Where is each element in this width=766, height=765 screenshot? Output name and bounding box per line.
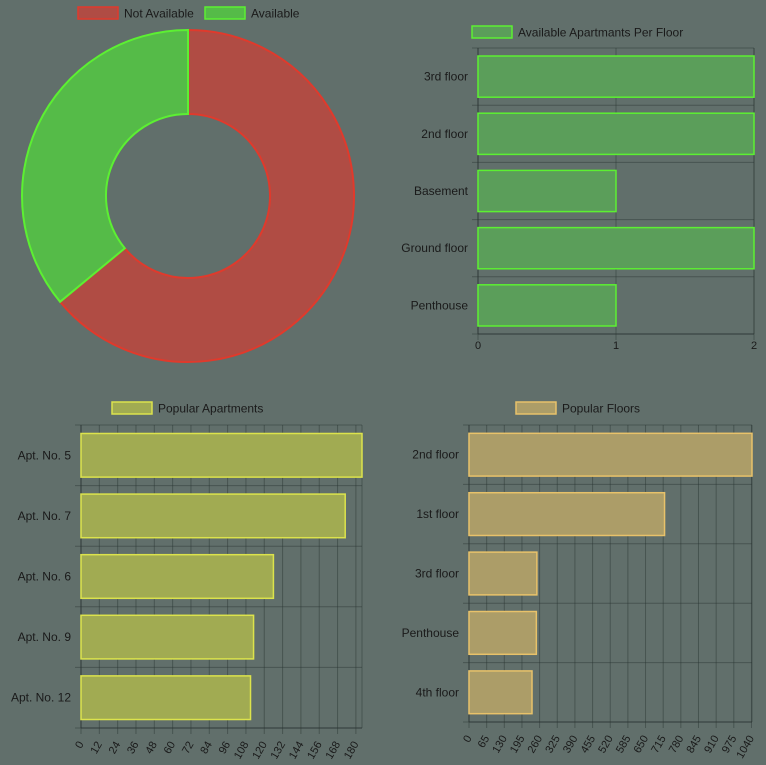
bar[interactable] <box>477 284 617 327</box>
bar[interactable] <box>468 491 666 537</box>
x-tick-label: 2 <box>751 340 757 352</box>
x-tick-label: 650 <box>632 734 652 756</box>
legend-not-available-swatch[interactable] <box>77 6 119 20</box>
doughnut-slice-available[interactable] <box>21 28 189 304</box>
popular-floors-chart-legend-item-swatch[interactable] <box>515 401 557 415</box>
category-label: Basement <box>414 184 469 198</box>
available-per-floor-chart: Available Apartmants Per Floor 0 1 2 3rd flo… <box>401 25 757 352</box>
available-per-floor-chart-legend: Available Apartmants Per Floor <box>471 25 683 40</box>
x-tick-label: 72 <box>180 740 197 757</box>
popular-apartments-chart: Popular Apartments 0 12 24 36 48 60 72 84 9610812… <box>11 401 363 762</box>
x-tick-label: 260 <box>526 734 546 756</box>
x-tick-label: 132 <box>269 740 289 762</box>
availability-legend: Not Available Available <box>77 6 300 21</box>
x-tick-label: 0 <box>461 734 474 745</box>
x-tick-label: 180 <box>342 740 362 762</box>
bar[interactable] <box>468 432 753 477</box>
x-tick-label: 24 <box>107 740 124 757</box>
category-label: 3rd floor <box>415 567 459 581</box>
bar[interactable] <box>80 493 346 539</box>
x-tick-label: 715 <box>649 734 669 756</box>
x-tick-label: 1040 <box>734 734 757 761</box>
x-tick-label: 0 <box>73 740 86 751</box>
popular-apartments-chart-legend-item-label[interactable]: Popular Apartments <box>158 402 263 416</box>
popular-floors-chart-legend: Popular Floors <box>515 401 640 416</box>
x-tick-label: 130 <box>490 734 510 756</box>
bar[interactable] <box>468 610 538 656</box>
x-tick-label: 325 <box>543 734 563 756</box>
x-tick-label: 108 <box>232 740 252 762</box>
dashboard-canvas: Not Available Available Available Apartman… <box>11 6 757 762</box>
x-tick-label: 60 <box>162 740 179 757</box>
category-label: Penthouse <box>402 626 460 640</box>
category-label: 3rd floor <box>424 70 468 84</box>
bar[interactable] <box>477 226 755 270</box>
available-per-floor-chart-legend-item-label[interactable]: Available Apartmants Per Floor <box>518 26 683 40</box>
bar[interactable] <box>80 675 252 721</box>
x-tick-label: 84 <box>198 740 215 757</box>
x-tick-label: 48 <box>143 740 160 757</box>
available-per-floor-chart-legend-item-swatch[interactable] <box>471 25 513 39</box>
category-label: Apt. No. 12 <box>11 691 71 705</box>
x-tick-label: 195 <box>508 734 528 756</box>
x-tick-label: 0 <box>475 340 481 352</box>
availability-doughnut-chart: Not Available Available <box>21 6 355 363</box>
popular-apartments-chart-legend: Popular Apartments <box>111 401 263 416</box>
bar[interactable] <box>468 670 533 715</box>
bar[interactable] <box>80 553 275 600</box>
x-tick-label: 120 <box>250 740 270 762</box>
category-label: Penthouse <box>411 298 469 312</box>
bar[interactable] <box>477 112 755 156</box>
x-tick-label: 780 <box>667 734 687 756</box>
category-label: 2nd floor <box>421 127 468 141</box>
x-tick-label: 36 <box>125 740 142 757</box>
bar[interactable] <box>468 551 538 596</box>
x-tick-label: 1 <box>613 340 619 352</box>
x-tick-label: 845 <box>685 734 705 756</box>
bar[interactable] <box>477 169 617 213</box>
x-tick-label: 156 <box>305 740 325 762</box>
x-tick-label: 520 <box>596 734 616 756</box>
x-tick-label: 455 <box>579 734 599 756</box>
bar[interactable] <box>80 432 363 478</box>
category-label: 1st floor <box>416 507 459 521</box>
legend-not-available-label[interactable]: Not Available <box>124 7 194 21</box>
x-tick-label: 585 <box>614 734 634 756</box>
x-tick-label: 168 <box>324 740 344 762</box>
category-label: Apt. No. 6 <box>18 570 72 584</box>
legend-available-swatch[interactable] <box>204 6 246 20</box>
bar[interactable] <box>477 55 755 98</box>
category-label: Apt. No. 9 <box>18 630 72 644</box>
x-tick-label: 65 <box>476 734 493 751</box>
x-tick-label: 96 <box>217 740 234 757</box>
bar[interactable] <box>80 614 255 660</box>
category-label: 2nd floor <box>412 448 459 462</box>
category-label: 4th floor <box>416 685 459 699</box>
x-tick-label: 390 <box>561 734 581 756</box>
category-label: Apt. No. 5 <box>18 448 72 462</box>
category-label: Ground floor <box>401 241 468 255</box>
popular-floors-chart: Popular Floors 0 6513019526032539045552058… <box>402 401 757 761</box>
x-tick-label: 12 <box>88 740 105 757</box>
x-tick-label: 910 <box>702 734 722 756</box>
x-tick-label: 144 <box>287 740 307 762</box>
legend-available-label[interactable]: Available <box>251 7 300 21</box>
category-label: Apt. No. 7 <box>18 509 72 523</box>
popular-apartments-chart-legend-item-swatch[interactable] <box>111 401 153 415</box>
popular-floors-chart-legend-item-label[interactable]: Popular Floors <box>562 402 640 416</box>
